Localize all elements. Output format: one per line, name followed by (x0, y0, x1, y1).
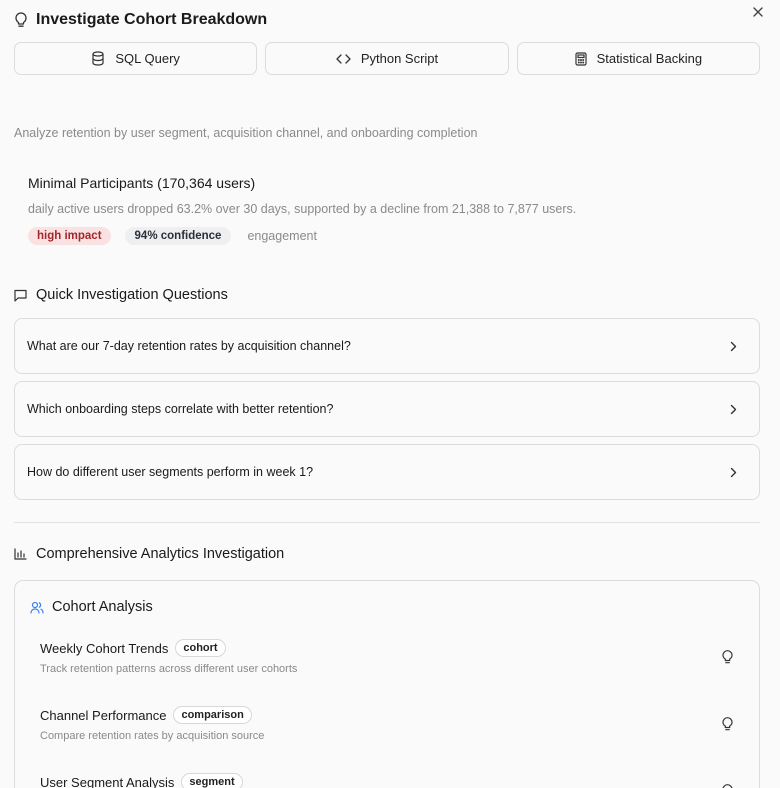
chevron-right-icon (730, 467, 737, 478)
users-icon (30, 601, 44, 614)
finding-badges: high impact 94% confidence engagement (28, 227, 748, 245)
section-divider (14, 522, 760, 523)
question-text: How do different user segments perform i… (27, 465, 314, 479)
investigation-description: Analyze retention by user segment, acqui… (14, 126, 478, 140)
analysis-item-title: Channel Performance (40, 707, 167, 723)
finding-title: Minimal Participants (170,364 users) (28, 175, 256, 191)
analysis-item-title: User Segment Analysis (40, 774, 175, 788)
cohort-analysis-title: Cohort Analysis (52, 599, 153, 615)
question-card[interactable]: Which onboarding steps correlate with be… (14, 381, 760, 437)
bar-chart-icon (14, 548, 27, 560)
quick-questions-title: Quick Investigation Questions (36, 287, 228, 303)
confidence-badge: 94% confidence (124, 227, 232, 245)
dialog-title: Investigate Cohort Breakdown (36, 11, 268, 28)
python-script-button[interactable]: Python Script (265, 42, 509, 75)
question-text: Which onboarding steps correlate with be… (27, 402, 334, 416)
action-bar: SQL Query Python Script Statistical Back… (14, 42, 760, 75)
sql-query-button[interactable]: SQL Query (14, 42, 258, 75)
python-script-label: Python Script (360, 51, 439, 66)
code-icon (336, 53, 351, 65)
analysis-type-tag: segment (181, 773, 243, 788)
analysis-item-description: Track retention patterns across differen… (40, 663, 298, 675)
chevron-right-icon (730, 341, 737, 352)
database-icon (91, 51, 105, 66)
lightbulb-icon (14, 12, 28, 28)
analysis-item-description: Compare retention rates by acquisition s… (40, 730, 265, 742)
analysis-item[interactable]: User Segment Analysis segment (40, 773, 732, 788)
analysis-type-tag: comparison (173, 706, 252, 724)
close-icon[interactable] (750, 4, 766, 20)
question-card[interactable]: What are our 7-day retention rates by ac… (14, 318, 760, 374)
analysis-type-tag: cohort (175, 639, 226, 657)
analytics-heading: Comprehensive Analytics Investigation (14, 546, 284, 562)
lightbulb-icon[interactable] (719, 783, 735, 788)
finding-summary: Minimal Participants (170,364 users) dai… (28, 175, 748, 245)
category-label: engagement (247, 229, 317, 243)
calculator-icon (574, 51, 587, 66)
question-text: What are our 7-day retention rates by ac… (27, 339, 351, 353)
analytics-title: Comprehensive Analytics Investigation (36, 546, 285, 562)
analysis-item[interactable]: Channel Performance comparison Compare r… (40, 706, 733, 742)
cohort-analysis-header: Cohort Analysis (30, 599, 153, 615)
chevron-right-icon (730, 404, 737, 415)
sql-query-label: SQL Query (115, 51, 180, 66)
quick-questions-heading: Quick Investigation Questions (14, 287, 228, 303)
impact-badge: high impact (28, 227, 111, 245)
analysis-item[interactable]: Weekly Cohort Trends cohort Track retent… (40, 639, 733, 675)
statistical-backing-label: Statistical Backing (596, 51, 703, 66)
dialog-header: Investigate Cohort Breakdown (14, 10, 267, 30)
finding-detail: daily active users dropped 63.2% over 30… (28, 202, 577, 216)
lightbulb-icon[interactable] (719, 649, 735, 665)
cohort-analysis-card: Cohort Analysis Weekly Cohort Trends coh… (14, 580, 760, 788)
analysis-item-title: Weekly Cohort Trends (40, 640, 169, 656)
question-card[interactable]: How do different user segments perform i… (14, 444, 760, 500)
statistical-backing-button[interactable]: Statistical Backing (516, 42, 760, 75)
message-square-icon (14, 289, 27, 302)
lightbulb-icon[interactable] (719, 716, 735, 732)
